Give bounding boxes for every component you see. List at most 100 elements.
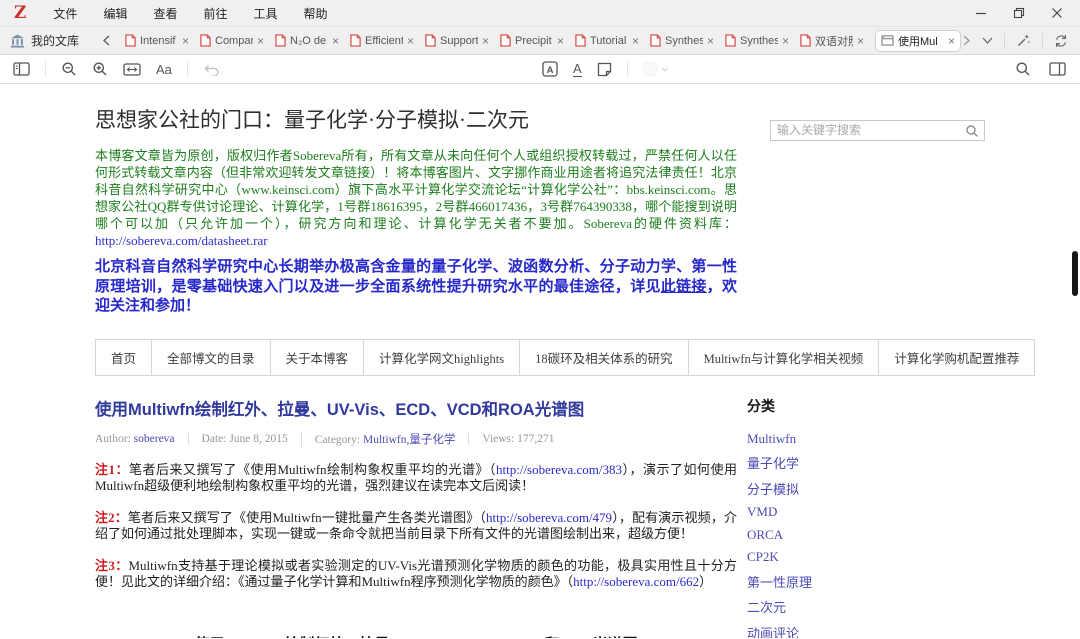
meta-views: Views: 177,271	[468, 433, 567, 445]
tab[interactable]: Synthes ×	[720, 30, 794, 52]
category-link-first-principles[interactable]: 第一性原理	[747, 572, 985, 591]
category-link-multiwfn[interactable]: Multiwfn	[747, 431, 985, 447]
document-icon	[200, 34, 211, 47]
tab[interactable]: Efficient ×	[345, 30, 419, 52]
site-search-button[interactable]	[965, 124, 979, 138]
tab-close-icon[interactable]: ×	[332, 35, 339, 47]
highlight-text-button[interactable]: A	[542, 61, 558, 77]
author-link[interactable]: sobereva	[134, 433, 175, 445]
sidebar-toggle-button[interactable]	[13, 62, 30, 76]
menu-edit[interactable]: 编辑	[90, 5, 140, 22]
undo-button[interactable]	[203, 63, 219, 76]
divider	[1042, 33, 1043, 49]
tab[interactable]: Support ×	[420, 30, 494, 52]
author-label: Author:	[95, 433, 131, 445]
nav-item-home[interactable]: 首页	[96, 340, 152, 375]
tab-title: Efficient	[365, 35, 403, 47]
window-close-button[interactable]	[1050, 6, 1064, 20]
window-minimize-button[interactable]	[974, 6, 988, 20]
library-icon	[10, 34, 25, 48]
underline-text-button[interactable]: A	[573, 62, 582, 77]
library-tab[interactable]: 我的文库	[0, 27, 93, 54]
category-link-cp2k[interactable]: CP2K	[747, 549, 985, 565]
tab-close-icon[interactable]: ×	[857, 35, 864, 47]
context-pane-toggle-button[interactable]	[1049, 62, 1066, 76]
category-link-vmd[interactable]: VMD	[747, 504, 985, 520]
tabs-list-button[interactable]	[982, 37, 993, 44]
nav-item-c18[interactable]: 18碳环及相关体系的研究	[520, 340, 689, 375]
library-label: 我的文库	[31, 32, 79, 49]
tabs-scroll-left-button[interactable]	[93, 35, 120, 46]
text-size-button[interactable]: Aa	[156, 62, 172, 77]
training-link[interactable]: 此链接	[661, 279, 707, 295]
category-link-quantum-chemistry[interactable]: 量子化学	[747, 453, 985, 472]
menu-file[interactable]: 文件	[40, 5, 90, 22]
sync-button[interactable]	[1054, 34, 1068, 48]
note-2-label: 注2：	[95, 510, 128, 525]
zoom-out-button[interactable]	[61, 61, 77, 77]
tab-title: Precipit	[515, 35, 553, 47]
document-icon	[725, 34, 736, 47]
zoom-in-button[interactable]	[92, 61, 108, 77]
category-link-molecular-simulation[interactable]: 分子模拟	[747, 479, 985, 498]
tab[interactable]: 双语对照 ×	[795, 30, 869, 52]
tab[interactable]: Tutorial ×	[570, 30, 644, 52]
tab-close-icon[interactable]: ×	[557, 35, 564, 47]
category-link-anime-review[interactable]: 动画评论	[747, 623, 985, 639]
tab-close-icon[interactable]: ×	[257, 35, 264, 47]
undo-icon	[203, 63, 219, 76]
site-search-input[interactable]	[771, 121, 965, 140]
nav-item-about[interactable]: 关于本博客	[271, 340, 365, 375]
tab-close-icon[interactable]: ×	[707, 35, 714, 47]
tab[interactable]: N₂O de ×	[270, 30, 344, 52]
snapshot-view: 思想家公社的门口：量子化学·分子模拟·二次元 本博客文章皆为原创，版权归作者So…	[0, 84, 1080, 638]
nav-item-videos[interactable]: Multiwfn与计算化学相关视频	[689, 340, 880, 375]
nav-item-hardware[interactable]: 计算化学购机配置推荐	[879, 340, 1034, 375]
add-note-button[interactable]	[597, 62, 612, 77]
scrollbar-thumb[interactable]	[1072, 251, 1078, 296]
tab[interactable]: Intensif ×	[120, 30, 194, 52]
note-3: 注3：Multiwfn支持基于理论模拟或者实验测定的UV-Vis光谱预测化学物质…	[95, 558, 737, 591]
category-link-2d[interactable]: 二次元	[747, 597, 985, 616]
note-icon	[597, 62, 612, 77]
tab[interactable]: Compar ×	[195, 30, 269, 52]
tab-close-icon[interactable]: ×	[182, 35, 189, 47]
training-text-pre: 北京科音自然科学研究中心长期举办极高含金量的量子化学、波函数分析、分子动力学、第…	[95, 259, 737, 295]
annotation-tools-button[interactable]	[1016, 33, 1031, 48]
tab-close-icon[interactable]: ×	[782, 35, 789, 47]
document-icon	[650, 34, 661, 47]
category-link-orca[interactable]: ORCA	[747, 527, 985, 543]
zoom-reset-button[interactable]	[123, 63, 141, 76]
views-value: 177,271	[517, 433, 554, 445]
tab-title: Compar	[215, 35, 253, 47]
menu-help[interactable]: 帮助	[291, 5, 341, 22]
tab-close-icon[interactable]: ×	[482, 35, 489, 47]
note-2-link[interactable]: http://sobereva.com/479	[486, 510, 612, 525]
tab-close-icon[interactable]: ×	[407, 35, 414, 47]
menu-tools[interactable]: 工具	[240, 5, 290, 22]
document-icon	[575, 34, 586, 47]
tab-close-icon[interactable]: ×	[632, 35, 639, 47]
tabs-scroll-right-button[interactable]	[962, 35, 971, 46]
article-title[interactable]: 使用Multiwfn绘制红外、拉曼、UV-Vis、ECD、VCD和ROA光谱图	[95, 396, 737, 420]
tab-active[interactable]: 使用Mul ×	[875, 30, 961, 52]
sync-icon	[1054, 34, 1068, 48]
categories-heading: 分类	[747, 396, 985, 416]
datasheet-link[interactable]: http://sobereva.com/datasheet.rar	[95, 233, 268, 248]
find-in-page-button[interactable]	[1015, 61, 1031, 77]
tab[interactable]: Precipit ×	[495, 30, 569, 52]
menu-view[interactable]: 查看	[140, 5, 190, 22]
category-link[interactable]: Multiwfn,量子化学	[363, 434, 455, 446]
menu-go[interactable]: 前往	[190, 5, 240, 22]
note-3-text-post: ）	[699, 574, 712, 589]
tab[interactable]: Synthes ×	[645, 30, 719, 52]
tabbar-actions	[962, 33, 1080, 49]
nav-item-highlights[interactable]: 计算化学网文highlights	[364, 340, 520, 375]
date-label: Date:	[202, 433, 227, 445]
note-1-link[interactable]: http://sobereva.com/383	[496, 462, 622, 477]
note-3-link[interactable]: http://sobereva.com/662	[573, 574, 699, 589]
tab-close-icon[interactable]: ×	[948, 35, 955, 47]
window-restore-button[interactable]	[1012, 6, 1026, 20]
annotation-color-button[interactable]	[643, 62, 669, 76]
nav-item-all-posts[interactable]: 全部博文的目录	[152, 340, 271, 375]
